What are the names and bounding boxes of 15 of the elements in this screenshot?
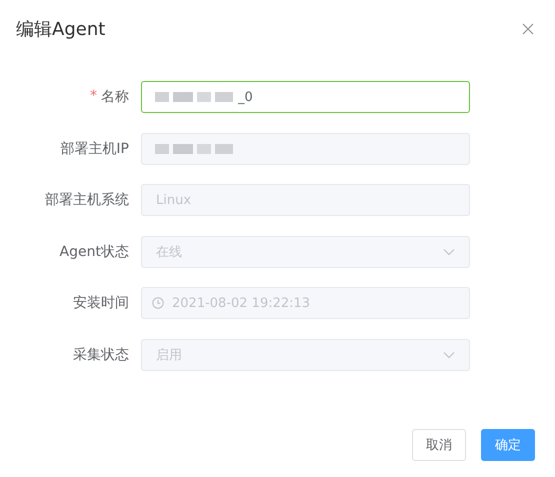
confirm-button[interactable]: 确定 xyxy=(481,428,535,460)
cancel-button[interactable]: 取消 xyxy=(412,428,466,460)
required-mark: * xyxy=(90,88,97,106)
chevron-down-icon xyxy=(443,350,455,358)
field-label: 安装时间 xyxy=(73,294,129,312)
text-field[interactable]: _0 xyxy=(141,81,470,113)
clock-icon xyxy=(152,297,164,309)
close-button[interactable] xyxy=(522,23,534,35)
field-label: 部署主机IP xyxy=(60,140,129,158)
field-label: Agent状态 xyxy=(60,242,129,260)
field-label: 部署主机系统 xyxy=(45,191,129,209)
chevron-down-icon xyxy=(443,248,455,256)
field-label: 采集状态 xyxy=(73,346,129,364)
field-label: 名称 xyxy=(101,88,129,106)
dialog-title: 编辑Agent xyxy=(16,18,106,41)
